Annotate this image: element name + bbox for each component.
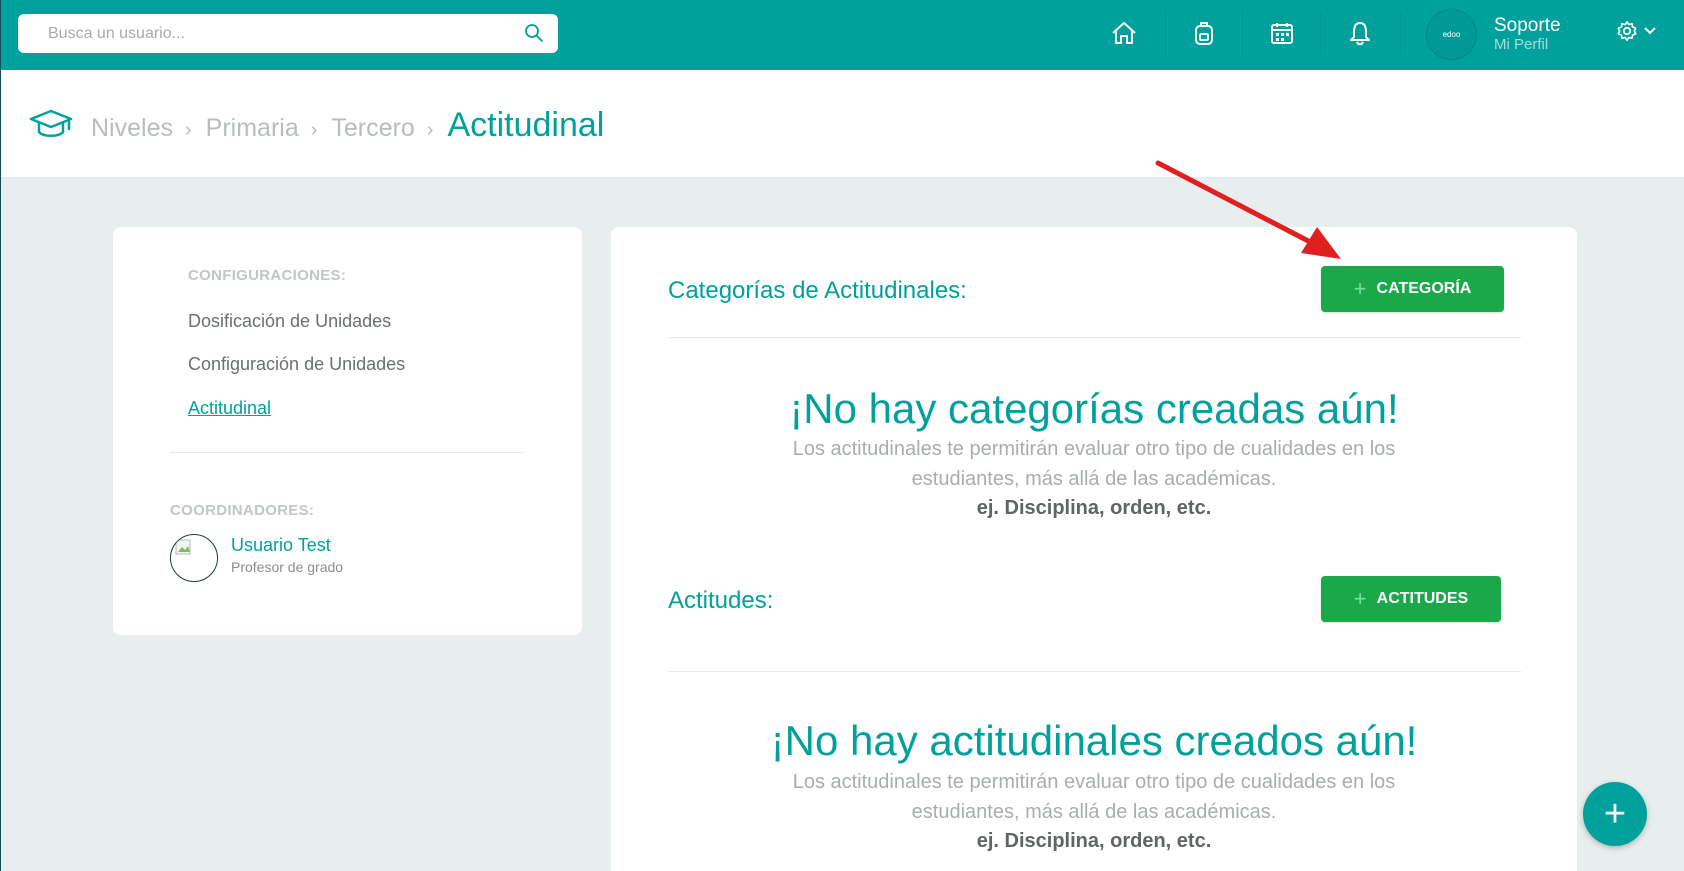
config-section-title: CONFIGURACIONES: bbox=[188, 267, 347, 284]
attitudes-divider bbox=[668, 671, 1521, 672]
gear-icon bbox=[1617, 21, 1637, 41]
profile-avatar[interactable]: edoo bbox=[1426, 9, 1477, 60]
attitudes-empty-example: ej. Disciplina, orden, etc. bbox=[976, 830, 1212, 852]
add-category-label: CATEGORÍA bbox=[1376, 280, 1472, 297]
add-attitudes-label: ACTITUDES bbox=[1376, 590, 1469, 607]
categories-empty-title: ¡No hay categorías creadas aún! bbox=[789, 385, 1399, 432]
breadcrumb-niveles[interactable]: Niveles bbox=[91, 114, 173, 143]
profile-name[interactable]: Soporte bbox=[1494, 15, 1561, 37]
categories-section-title: Categorías de Actitudinales: bbox=[668, 277, 967, 304]
sidebar-item-configuracion[interactable]: Configuración de Unidades bbox=[188, 354, 405, 375]
categories-empty-example: ej. Disciplina, orden, etc. bbox=[976, 497, 1212, 519]
plus-icon: + bbox=[1353, 276, 1367, 301]
user-search bbox=[18, 14, 558, 53]
search-input[interactable] bbox=[18, 14, 558, 53]
coordinators-section-title: COORDINADORES: bbox=[170, 502, 315, 519]
attitudes-section-title: Actitudes: bbox=[668, 587, 774, 614]
top-navbar: edoo Soporte Mi Perfil bbox=[1, 0, 1684, 70]
page-title: Actitudinal bbox=[447, 106, 605, 144]
coordinator-role: Profesor de grado bbox=[231, 559, 344, 575]
breadcrumb-tercero[interactable]: Tercero bbox=[331, 114, 414, 143]
search-icon[interactable] bbox=[524, 23, 544, 43]
backpack-icon[interactable] bbox=[1189, 18, 1219, 48]
fab-plus-icon: + bbox=[1603, 793, 1627, 835]
profile-link[interactable]: Mi Perfil bbox=[1494, 36, 1548, 53]
sidebar-divider bbox=[170, 452, 524, 453]
coordinator-avatar bbox=[170, 534, 218, 582]
settings-menu[interactable] bbox=[1616, 20, 1656, 42]
attitudes-empty-title: ¡No hay actitudinales creados aún! bbox=[770, 717, 1418, 764]
attitudes-empty-description: Los actitudinales te permitirán evaluar … bbox=[792, 771, 1396, 823]
add-attitudes-button[interactable]: + ACTITUDES bbox=[1321, 576, 1501, 622]
breadcrumb-separator: › bbox=[426, 119, 434, 141]
graduation-cap-icon bbox=[29, 109, 73, 137]
sidebar-item-dosificacion[interactable]: Dosificación de Unidades bbox=[188, 311, 391, 332]
sidebar-item-actitudinal[interactable]: Actitudinal bbox=[188, 398, 271, 419]
floating-add-button[interactable]: + bbox=[1583, 782, 1647, 846]
categories-empty-description: Los actitudinales te permitirán evaluar … bbox=[792, 438, 1396, 490]
breadcrumb-separator: › bbox=[310, 119, 318, 141]
home-icon[interactable] bbox=[1109, 18, 1139, 48]
page-header: Niveles › Primaria › Tercero › Actitudin… bbox=[1, 70, 1684, 178]
config-sidebar-card: CONFIGURACIONES: Dosificación de Unidade… bbox=[113, 227, 582, 635]
breadcrumb-separator: › bbox=[184, 119, 192, 141]
breadcrumb: Niveles › Primaria › Tercero › Actitudin… bbox=[91, 106, 604, 145]
coordinator-name[interactable]: Usuario Test bbox=[231, 535, 331, 556]
chevron-down-icon bbox=[1644, 27, 1656, 35]
categories-divider bbox=[668, 337, 1521, 338]
avatar-logo-text: edoo bbox=[1442, 30, 1461, 39]
add-category-button[interactable]: + CATEGORÍA bbox=[1321, 266, 1504, 312]
breadcrumb-primaria[interactable]: Primaria bbox=[206, 114, 299, 143]
broken-image-icon bbox=[175, 539, 191, 555]
bell-icon[interactable] bbox=[1345, 18, 1375, 48]
calendar-icon[interactable] bbox=[1267, 18, 1297, 48]
attitudinal-main-card: Categorías de Actitudinales: + CATEGORÍA… bbox=[611, 227, 1577, 871]
plus-icon: + bbox=[1353, 586, 1367, 611]
red-annotation-arrow bbox=[1155, 160, 1341, 259]
